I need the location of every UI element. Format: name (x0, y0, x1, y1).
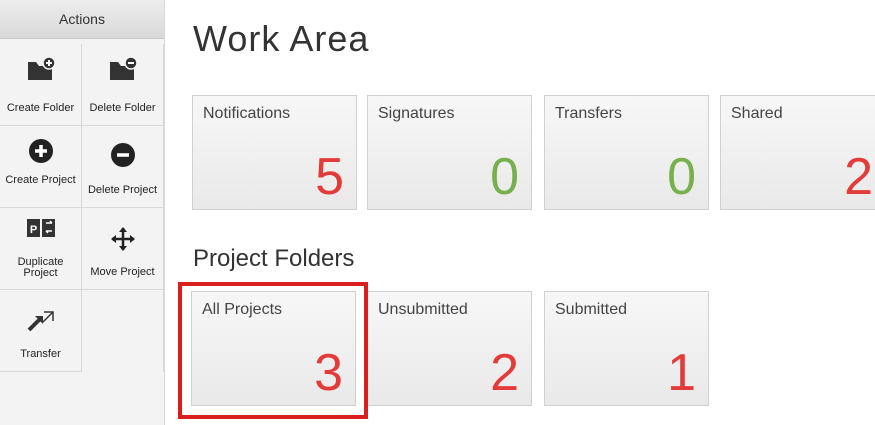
project-folders-title: Project Folders (193, 245, 355, 272)
tile-count: 1 (667, 344, 696, 402)
tile-label: Unsubmitted (378, 301, 468, 318)
delete-project-label: Delete Project (87, 185, 158, 196)
unsubmitted-tile[interactable]: Unsubmitted 2 (367, 291, 532, 406)
tile-count: 0 (490, 148, 519, 206)
transfer-label: Transfer (20, 349, 61, 360)
signatures-tile[interactable]: Signatures 0 (367, 95, 532, 210)
submitted-tile[interactable]: Submitted 1 (544, 291, 709, 406)
tile-count: 5 (315, 148, 344, 206)
tile-label: Notifications (203, 105, 291, 122)
move-project-label: Move Project (90, 267, 155, 278)
delete-project-button[interactable]: Delete Project (82, 126, 164, 208)
tile-count: 2 (490, 344, 519, 402)
create-project-label: Create Project (5, 175, 76, 186)
tile-count: 3 (314, 344, 343, 402)
notifications-tile[interactable]: Notifications 5 (192, 95, 357, 210)
duplicate-project-label: Duplicate Project (17, 257, 64, 279)
tile-count: 0 (667, 148, 696, 206)
plus-circle-icon (0, 136, 81, 166)
duplicate-project-icon: P (0, 214, 81, 244)
duplicate-icon-letter: P (29, 224, 36, 236)
tile-label: Shared (731, 105, 783, 122)
folder-add-icon (0, 54, 81, 84)
tile-label: Transfers (555, 105, 622, 122)
transfers-tile[interactable]: Transfers 0 (544, 95, 709, 210)
create-project-button[interactable]: Create Project (0, 126, 82, 208)
all-projects-tile[interactable]: All Projects 3 (191, 291, 356, 406)
create-folder-button[interactable]: Create Folder (0, 44, 82, 126)
tile-label: Signatures (378, 105, 455, 122)
minus-circle-icon (82, 140, 163, 170)
tile-count: 2 (844, 148, 873, 206)
actions-sidebar: Actions Create Folder Delete Folder Crea… (0, 0, 165, 425)
move-project-button[interactable]: Move Project (82, 208, 164, 290)
duplicate-project-button[interactable]: P Duplicate Project (0, 208, 82, 290)
delete-folder-label: Delete Folder (89, 103, 156, 114)
delete-folder-button[interactable]: Delete Folder (82, 44, 164, 126)
tile-label: Submitted (555, 301, 628, 318)
folder-remove-icon (82, 54, 163, 84)
shared-tile[interactable]: Shared 2 (720, 95, 875, 210)
transfer-button[interactable]: Transfer (0, 290, 82, 372)
move-arrows-icon (82, 224, 163, 254)
create-folder-label: Create Folder (6, 103, 75, 114)
actions-header: Actions (0, 0, 164, 39)
transfer-arrows-icon (0, 306, 81, 336)
tile-label: All Projects (202, 301, 283, 318)
page-title: Work Area (193, 18, 370, 59)
empty-action-slot (82, 290, 164, 372)
